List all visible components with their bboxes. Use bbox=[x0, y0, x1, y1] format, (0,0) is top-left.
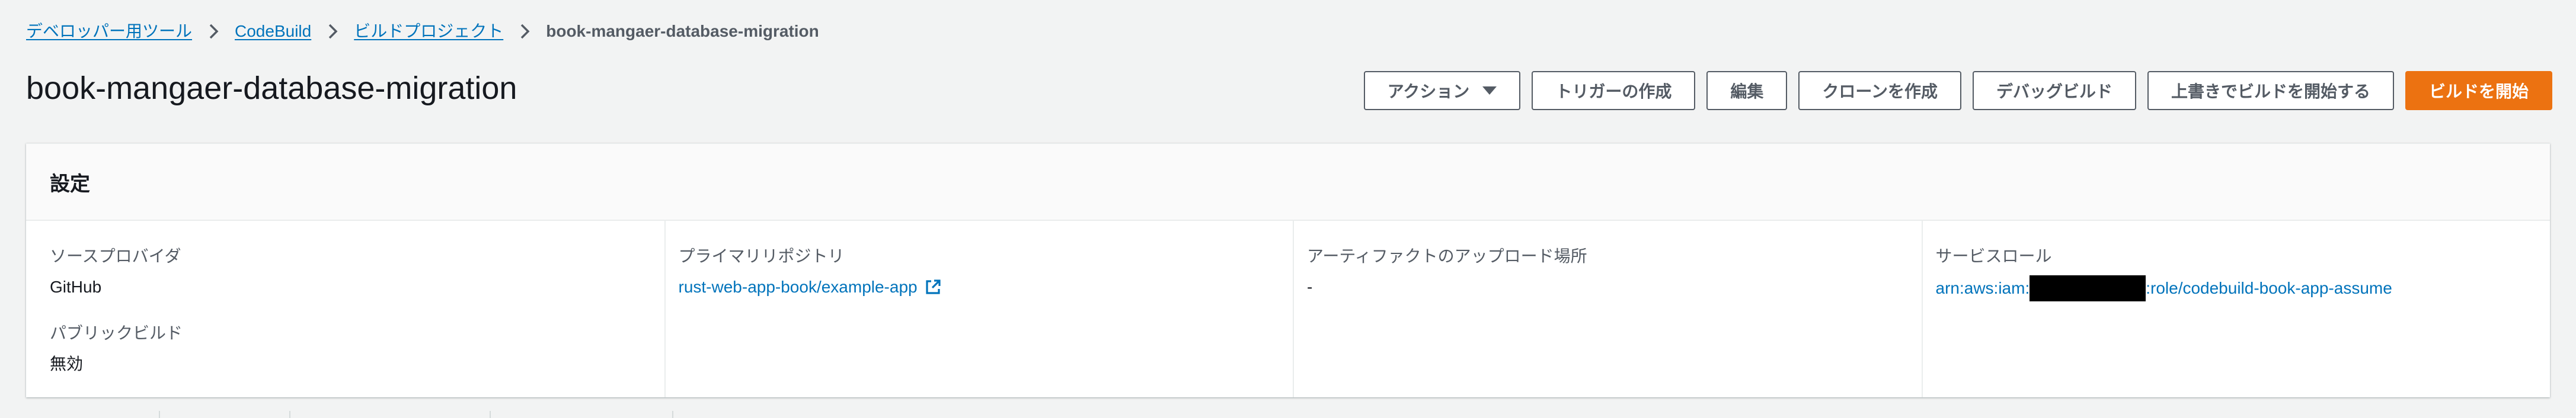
external-link-icon[interactable] bbox=[923, 278, 942, 297]
public-build-label: パブリックビルド bbox=[50, 324, 183, 342]
public-build-field: パブリックビルド 無効 bbox=[50, 321, 664, 376]
artifact-location-field: アーティファクトのアップロード場所 - bbox=[1307, 245, 1922, 299]
service-role-arn-suffix[interactable]: :role/codebuild-book-app-assume bbox=[2146, 276, 2392, 300]
breadcrumb: デベロッパー用ツール CodeBuild ビルドプロジェクト book-mang… bbox=[26, 21, 819, 41]
actions-dropdown-label: アクション bbox=[1387, 82, 1470, 101]
edit-button[interactable]: 編集 bbox=[1706, 71, 1788, 110]
primary-repository-link[interactable]: rust-web-app-book/example-app bbox=[679, 275, 1293, 299]
source-provider-field: ソースプロバイダ GitHub bbox=[50, 245, 664, 299]
source-provider-value: GitHub bbox=[50, 278, 102, 296]
chevron-right-icon bbox=[515, 21, 535, 41]
breadcrumb-codebuild[interactable]: CodeBuild bbox=[235, 21, 311, 41]
redacted-account-id bbox=[2030, 275, 2146, 301]
service-role-link[interactable]: arn:aws:iam: :role/codebuild-book-app-as… bbox=[1936, 275, 2551, 301]
breadcrumb-current-project: book-mangaer-database-migration bbox=[546, 22, 819, 40]
artifact-location-value: - bbox=[1307, 278, 1313, 296]
start-build-with-overrides-button[interactable]: 上書きでビルドを開始する bbox=[2147, 71, 2394, 110]
public-build-value: 無効 bbox=[50, 355, 84, 373]
chevron-right-icon bbox=[204, 21, 224, 41]
settings-panel: 設定 ソースプロバイダ GitHub パブリックビルド 無効 プライマリリポジト… bbox=[26, 143, 2550, 397]
settings-panel-header: 設定 bbox=[26, 144, 2550, 221]
settings-column-service-role: サービスロール arn:aws:iam: :role/codebuild-boo… bbox=[1921, 221, 2551, 397]
tab-divider bbox=[289, 411, 290, 418]
chevron-right-icon bbox=[323, 21, 343, 41]
page-title: book-mangaer-database-migration bbox=[26, 70, 517, 106]
tab-strip-dividers bbox=[0, 411, 2576, 418]
settings-column-repository: プライマリリポジトリ rust-web-app-book/example-app bbox=[664, 221, 1293, 397]
create-trigger-button[interactable]: トリガーの作成 bbox=[1532, 71, 1696, 110]
settings-column-artifacts: アーティファクトのアップロード場所 - bbox=[1293, 221, 1922, 397]
breadcrumb-developer-tools[interactable]: デベロッパー用ツール bbox=[26, 21, 192, 41]
source-provider-label: ソースプロバイダ bbox=[50, 247, 181, 265]
service-role-field: サービスロール arn:aws:iam: :role/codebuild-boo… bbox=[1936, 245, 2551, 301]
service-role-label: サービスロール bbox=[1935, 247, 2052, 265]
artifact-location-label: アーティファクトのアップロード場所 bbox=[1307, 247, 1587, 265]
settings-columns: ソースプロバイダ GitHub パブリックビルド 無効 プライマリリポジトリ r… bbox=[26, 221, 2550, 397]
primary-repository-link-text[interactable]: rust-web-app-book/example-app bbox=[679, 275, 918, 299]
action-toolbar: アクション トリガーの作成 編集 クローンを作成 デバッグビルド 上書きでビルド… bbox=[1363, 71, 2552, 110]
settings-column-source: ソースプロバイダ GitHub パブリックビルド 無効 bbox=[26, 221, 664, 397]
actions-dropdown-button[interactable]: アクション bbox=[1363, 71, 1521, 110]
breadcrumb-build-projects[interactable]: ビルドプロジェクト bbox=[354, 21, 503, 41]
settings-title: 設定 bbox=[50, 172, 90, 195]
service-role-arn-prefix[interactable]: arn:aws:iam: bbox=[1936, 276, 2030, 300]
tab-divider bbox=[490, 411, 491, 418]
tab-divider bbox=[672, 411, 673, 418]
start-build-button[interactable]: ビルドを開始 bbox=[2405, 71, 2552, 110]
clone-button[interactable]: クローンを作成 bbox=[1798, 71, 1961, 110]
tab-divider bbox=[159, 411, 160, 418]
debug-build-button[interactable]: デバッグビルド bbox=[1972, 71, 2136, 110]
primary-repository-label: プライマリリポジトリ bbox=[678, 247, 845, 265]
caret-down-icon bbox=[1482, 86, 1497, 95]
primary-repository-field: プライマリリポジトリ rust-web-app-book/example-app bbox=[679, 245, 1293, 299]
